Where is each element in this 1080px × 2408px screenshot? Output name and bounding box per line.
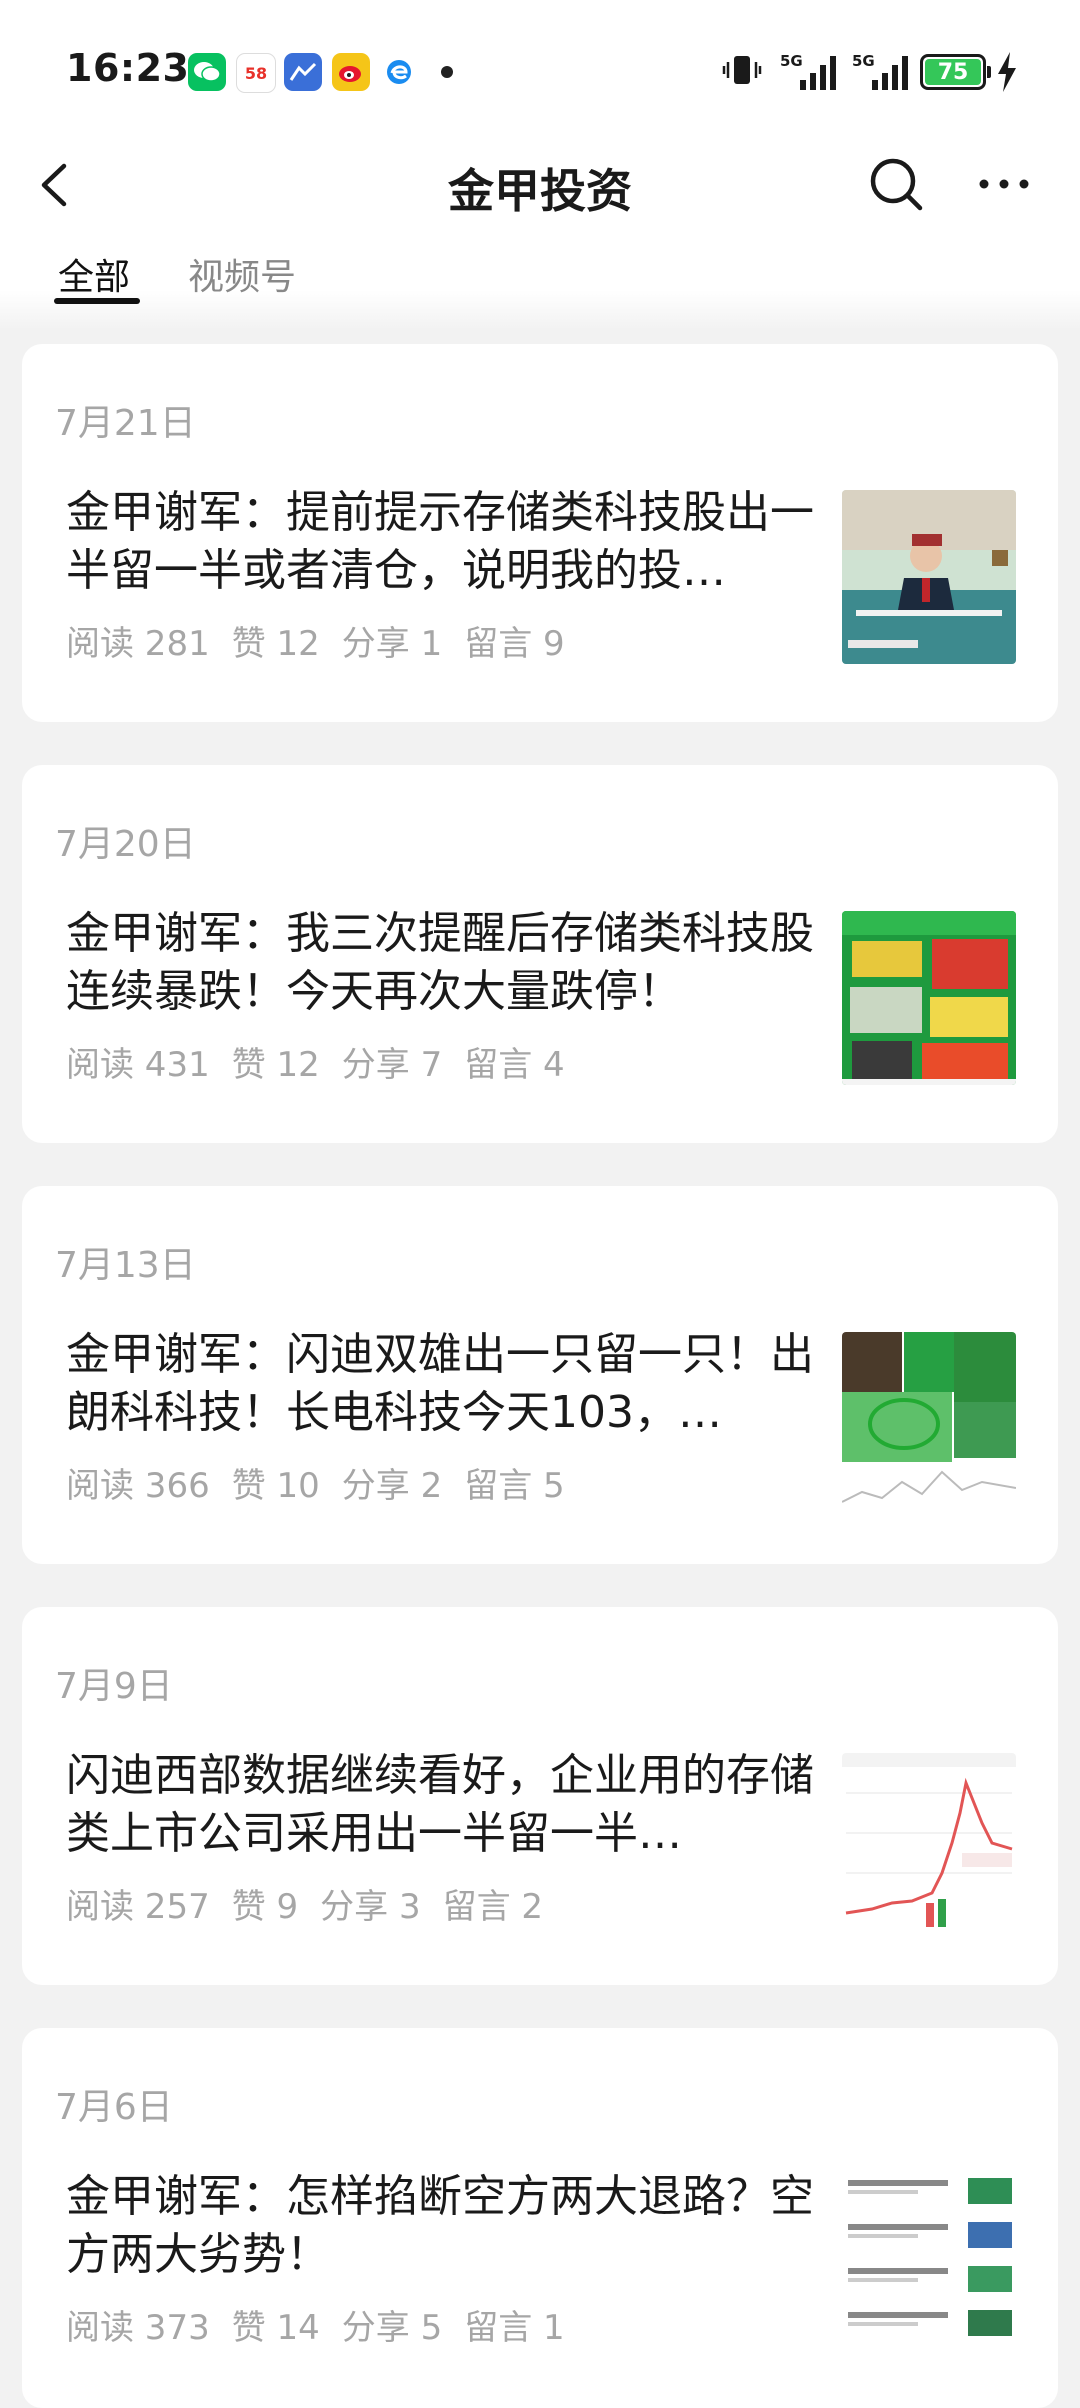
browser-icon [380, 53, 418, 91]
status-time: 16:23 [66, 46, 190, 90]
like-count: 赞 12 [231, 1045, 320, 1085]
like-count: 赞 12 [231, 624, 320, 664]
article-card[interactable]: 7月21日 金甲谢军：提前提示存储类科技股出一半留一半或者清仓，说明我的投… 阅… [22, 344, 1058, 722]
vibrate-icon [722, 50, 762, 94]
article-card[interactable]: 7月9日 闪迪西部数据继续看好，企业用的存储类上市公司采用出一半留一半… 阅读 … [22, 1607, 1058, 1985]
article-title[interactable]: 金甲谢军：我三次提醒后存储类科技股连续暴跌！今天再次大量跌停！ [66, 905, 826, 1021]
weibo-icon [332, 53, 370, 91]
battery-indicator: 75 [920, 54, 991, 90]
58-icon-label: 58 [244, 63, 268, 83]
article-card[interactable]: 7月20日 金甲谢军：我三次提醒后存储类科技股连续暴跌！今天再次大量跌停！ 阅读… [22, 765, 1058, 1143]
58-icon: 58 [236, 53, 276, 93]
more-icon [979, 179, 1029, 189]
like-count: 赞 10 [231, 1466, 320, 1506]
share-count: 分享 2 [341, 1466, 443, 1506]
read-count: 阅读 257 [66, 1887, 210, 1927]
tab-all[interactable]: 全部 [58, 248, 130, 300]
article-card[interactable]: 7月6日 金甲谢军：怎样掐断空方两大退路？空方两大劣势！ 阅读 373 赞 14 分… [22, 2028, 1058, 2408]
tab-active-indicator [54, 298, 140, 304]
signal-2-icon: 5G [852, 50, 914, 96]
article-card[interactable]: 7月13日 金甲谢军：闪迪双雄出一只留一只！出朗科科技！长电科技今天103，… … [22, 1186, 1058, 1564]
share-count: 分享 5 [341, 2308, 443, 2348]
battery-level: 75 [925, 59, 981, 85]
article-date: 7月6日 [55, 2087, 173, 2128]
search-icon [870, 158, 923, 211]
network-2-label: 5G [852, 52, 875, 70]
article-date: 7月21日 [55, 403, 196, 444]
article-title[interactable]: 闪迪西部数据继续看好，企业用的存储类上市公司采用出一半留一半… [66, 1747, 826, 1863]
article-thumbnail[interactable] [842, 1753, 1016, 1927]
maps-icon [284, 53, 322, 91]
share-count: 分享 3 [320, 1887, 421, 1927]
read-count: 阅读 431 [66, 1045, 210, 1085]
status-bar: 16:23 58 5G 5G 75 [0, 0, 1080, 140]
article-thumbnail[interactable] [842, 2174, 1016, 2348]
article-stats: 阅读 366 赞 10 分享 2 留言 5 [66, 1458, 587, 1507]
read-count: 阅读 373 [66, 2308, 210, 2348]
share-count: 分享 7 [341, 1045, 443, 1085]
article-date: 7月20日 [55, 824, 196, 865]
comment-count: 留言 4 [464, 1045, 565, 1085]
network-1-label: 5G [780, 52, 803, 70]
like-count: 赞 14 [231, 2308, 320, 2348]
search-button[interactable] [866, 154, 926, 214]
article-title[interactable]: 金甲谢军：提前提示存储类科技股出一半留一半或者清仓，说明我的投… [66, 484, 826, 600]
article-thumbnail[interactable] [842, 1332, 1016, 1506]
read-count: 阅读 366 [66, 1466, 210, 1506]
like-count: 赞 9 [231, 1887, 299, 1927]
comment-count: 留言 2 [442, 1887, 544, 1927]
read-count: 阅读 281 [66, 624, 210, 664]
article-title[interactable]: 金甲谢军：怎样掐断空方两大退路？空方两大劣势！ [66, 2168, 826, 2284]
article-stats: 阅读 431 赞 12 分享 7 留言 4 [66, 1037, 587, 1086]
article-thumbnail[interactable] [842, 490, 1016, 664]
article-date: 7月13日 [55, 1245, 196, 1286]
article-stats: 阅读 257 赞 9 分享 3 留言 2 [66, 1879, 565, 1928]
comment-count: 留言 5 [464, 1466, 565, 1506]
wechat-icon [188, 53, 226, 91]
tab-video[interactable]: 视频号 [188, 248, 296, 300]
article-thumbnail[interactable] [842, 911, 1016, 1085]
article-title[interactable]: 金甲谢军：闪迪双雄出一只留一只！出朗科科技！长电科技今天103，… [66, 1326, 826, 1442]
share-count: 分享 1 [341, 624, 443, 664]
more-button[interactable] [976, 164, 1032, 204]
comment-count: 留言 1 [464, 2308, 565, 2348]
comment-count: 留言 9 [464, 624, 565, 664]
article-stats: 阅读 281 赞 12 分享 1 留言 9 [66, 616, 587, 665]
article-date: 7月9日 [55, 1666, 173, 1707]
article-stats: 阅读 373 赞 14 分享 5 留言 1 [66, 2300, 587, 2349]
charging-icon [996, 52, 1018, 96]
notification-dot-icon [441, 66, 453, 78]
signal-1-icon: 5G [780, 50, 842, 96]
